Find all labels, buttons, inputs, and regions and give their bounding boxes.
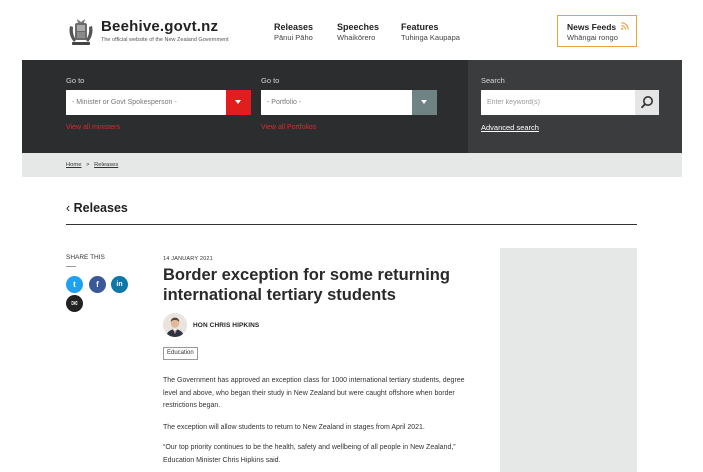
twitter-share-button[interactable]: t (66, 276, 83, 293)
sidebar-panel (500, 248, 637, 472)
breadcrumb: Home > Releases (22, 153, 682, 177)
nav-releases[interactable]: Releases Pānui Pāho (274, 22, 313, 42)
share-divider (66, 266, 76, 267)
search-input[interactable] (481, 90, 635, 115)
email-icon: ✉ (71, 299, 78, 308)
page-title: Releases (73, 201, 128, 215)
nav-label-maori: Pānui Pāho (274, 33, 313, 42)
portfolio-select-toggle[interactable] (412, 90, 437, 115)
search-panel: Search Advanced search (468, 60, 682, 153)
advanced-search-link[interactable]: Advanced search (481, 123, 539, 132)
nav-features[interactable]: Features Tuhinga Kaupapa (401, 22, 460, 42)
minister-select[interactable]: - Minister or Govt Spokesperson - (66, 90, 251, 115)
author-name[interactable]: HON CHRIS HIPKINS (193, 322, 259, 329)
portfolio-select[interactable]: - Portfolio - (261, 90, 437, 115)
release-date: 14 JANUARY 2021 (163, 256, 213, 262)
portfolio-select-value: - Portfolio - (267, 99, 302, 106)
nav-label: Speeches (337, 22, 380, 32)
article-paragraph: The Government has approved an exception… (163, 377, 465, 409)
article-paragraph: “Our top priority continues to be the he… (163, 444, 456, 464)
author-photo-icon (163, 313, 187, 337)
linkedin-icon: in (116, 281, 123, 288)
view-all-portfolios-link[interactable]: View all Portfolios (261, 124, 316, 131)
minister-select-toggle[interactable] (226, 90, 251, 115)
portfolio-goto-label: Go to (261, 76, 280, 85)
minister-goto-label: Go to (66, 76, 85, 85)
portfolio-tag[interactable]: Education (163, 347, 198, 360)
minister-select-value: - Minister or Govt Spokesperson - (72, 99, 177, 106)
search-icon (640, 96, 653, 109)
view-all-ministers-link[interactable]: View all ministers (66, 124, 120, 131)
nav-label: Releases (274, 22, 314, 32)
email-share-button[interactable]: ✉ (66, 295, 83, 312)
news-feeds-button[interactable]: News Feeds Whāngai rongo (557, 15, 637, 47)
breadcrumb-current[interactable]: Releases (94, 162, 118, 168)
nz-coat-of-arms-logo[interactable] (66, 17, 96, 47)
article-paragraph: The exception will allow students to ret… (163, 424, 425, 431)
article-title: Border exception for some returning inte… (163, 266, 450, 304)
share-label: SHARE THIS (66, 254, 105, 261)
nav-label-maori: Whaikōrero (337, 33, 376, 42)
author-avatar[interactable] (163, 313, 187, 337)
search-label: Search (481, 76, 505, 85)
nav-label: Features (401, 22, 439, 32)
breadcrumb-separator: > (86, 162, 90, 168)
navigation-band: Go to - Minister or Govt Spokesperson - … (22, 60, 682, 153)
site-tagline: The official website of the New Zealand … (101, 37, 229, 43)
breadcrumb-home[interactable]: Home (66, 162, 81, 168)
back-to-releases-link[interactable]: ‹ Releases (66, 201, 128, 215)
breadcrumb-trail: Home > Releases (66, 162, 118, 168)
nav-label-maori: Tuhinga Kaupapa (401, 33, 460, 42)
facebook-share-button[interactable]: f (89, 276, 106, 293)
facebook-icon: f (96, 280, 99, 289)
news-feeds-label-maori: Whāngai rongo (567, 33, 618, 42)
site-header: Beehive.govt.nz The official website of … (0, 0, 703, 60)
chevron-down-icon (421, 100, 427, 104)
title-divider (66, 224, 637, 225)
site-name[interactable]: Beehive.govt.nz (101, 18, 218, 35)
rss-icon (621, 22, 629, 30)
twitter-icon: t (73, 280, 76, 289)
search-button[interactable] (635, 90, 659, 115)
linkedin-share-button[interactable]: in (111, 276, 128, 293)
chevron-down-icon (235, 100, 241, 104)
nav-speeches[interactable]: Speeches Whaikōrero (337, 22, 379, 42)
chevron-left-icon: ‹ (66, 201, 71, 215)
